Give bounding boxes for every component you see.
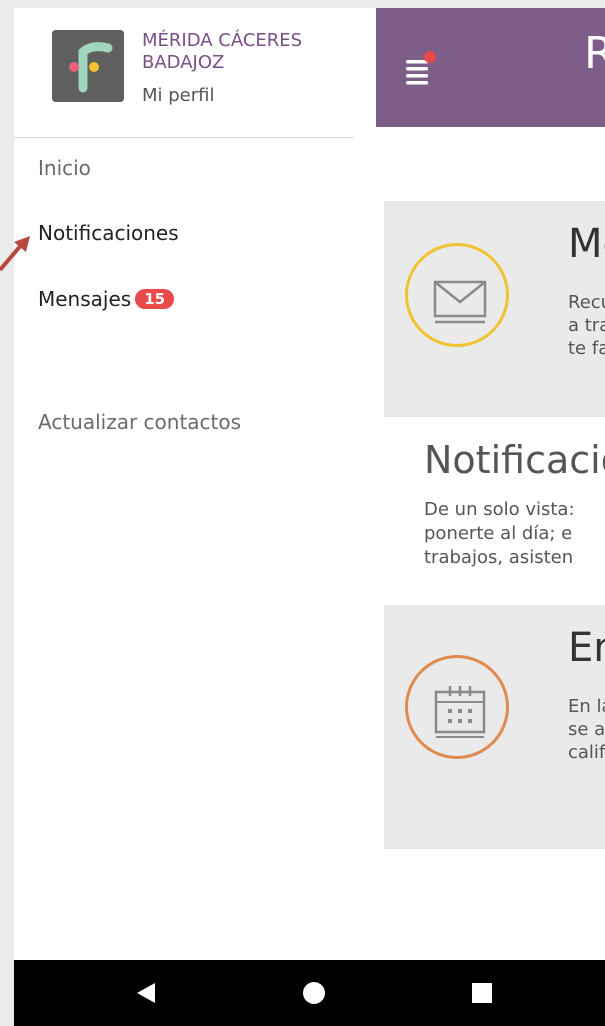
home-button[interactable] bbox=[284, 960, 344, 1026]
back-button[interactable] bbox=[116, 960, 176, 1026]
organization-name: MÉRIDA CÁCERES BADAJOZ bbox=[142, 30, 303, 73]
card-title: Me bbox=[568, 221, 605, 267]
card-text: Recu a tra te fa bbox=[568, 292, 605, 359]
recent-apps-button[interactable] bbox=[452, 960, 512, 1026]
app-bar: R bbox=[376, 8, 605, 127]
system-nav-bar bbox=[14, 960, 605, 1026]
avatar bbox=[52, 30, 124, 102]
menu-item-notificaciones[interactable]: Notificaciones bbox=[38, 221, 179, 245]
menu-item-inicio[interactable]: Inicio bbox=[38, 156, 91, 180]
messages-card[interactable]: Me Recu a tra te fa bbox=[384, 201, 605, 417]
menu-icon[interactable] bbox=[406, 50, 438, 86]
menu-item-label: Mensajes bbox=[38, 287, 132, 311]
card-text: En la se a calif bbox=[568, 696, 605, 763]
events-card[interactable]: En En la se a calif bbox=[384, 605, 605, 849]
app-logo-icon bbox=[52, 30, 124, 102]
recent-square-icon bbox=[472, 983, 492, 1003]
navigation-drawer: MÉRIDA CÁCERES BADAJOZ Mi perfil Inicio … bbox=[14, 8, 376, 960]
menu-item-mensajes[interactable]: Mensajes 15 bbox=[38, 287, 175, 311]
envelope-icon bbox=[433, 280, 487, 324]
card-title: En bbox=[568, 625, 605, 671]
section-title: Notificacio bbox=[424, 438, 605, 482]
back-triangle-icon bbox=[137, 983, 155, 1003]
main-content: R Me Recu a tra te fa Notificacio De un … bbox=[376, 8, 605, 960]
menu-item-actualizar-contactos[interactable]: Actualizar contactos bbox=[38, 410, 241, 434]
section-text: De un solo vista: ponerte al día; e trab… bbox=[424, 499, 575, 568]
my-profile-link[interactable]: Mi perfil bbox=[142, 85, 215, 106]
messages-icon-circle bbox=[405, 243, 509, 347]
pointer-arrow-icon bbox=[0, 236, 30, 272]
app-title: R bbox=[584, 28, 605, 79]
profile-header[interactable]: MÉRIDA CÁCERES BADAJOZ Mi perfil bbox=[14, 8, 354, 138]
events-icon-circle bbox=[405, 655, 509, 759]
calendar-icon bbox=[434, 686, 486, 738]
home-circle-icon bbox=[303, 982, 325, 1004]
unread-count-badge: 15 bbox=[135, 289, 175, 309]
